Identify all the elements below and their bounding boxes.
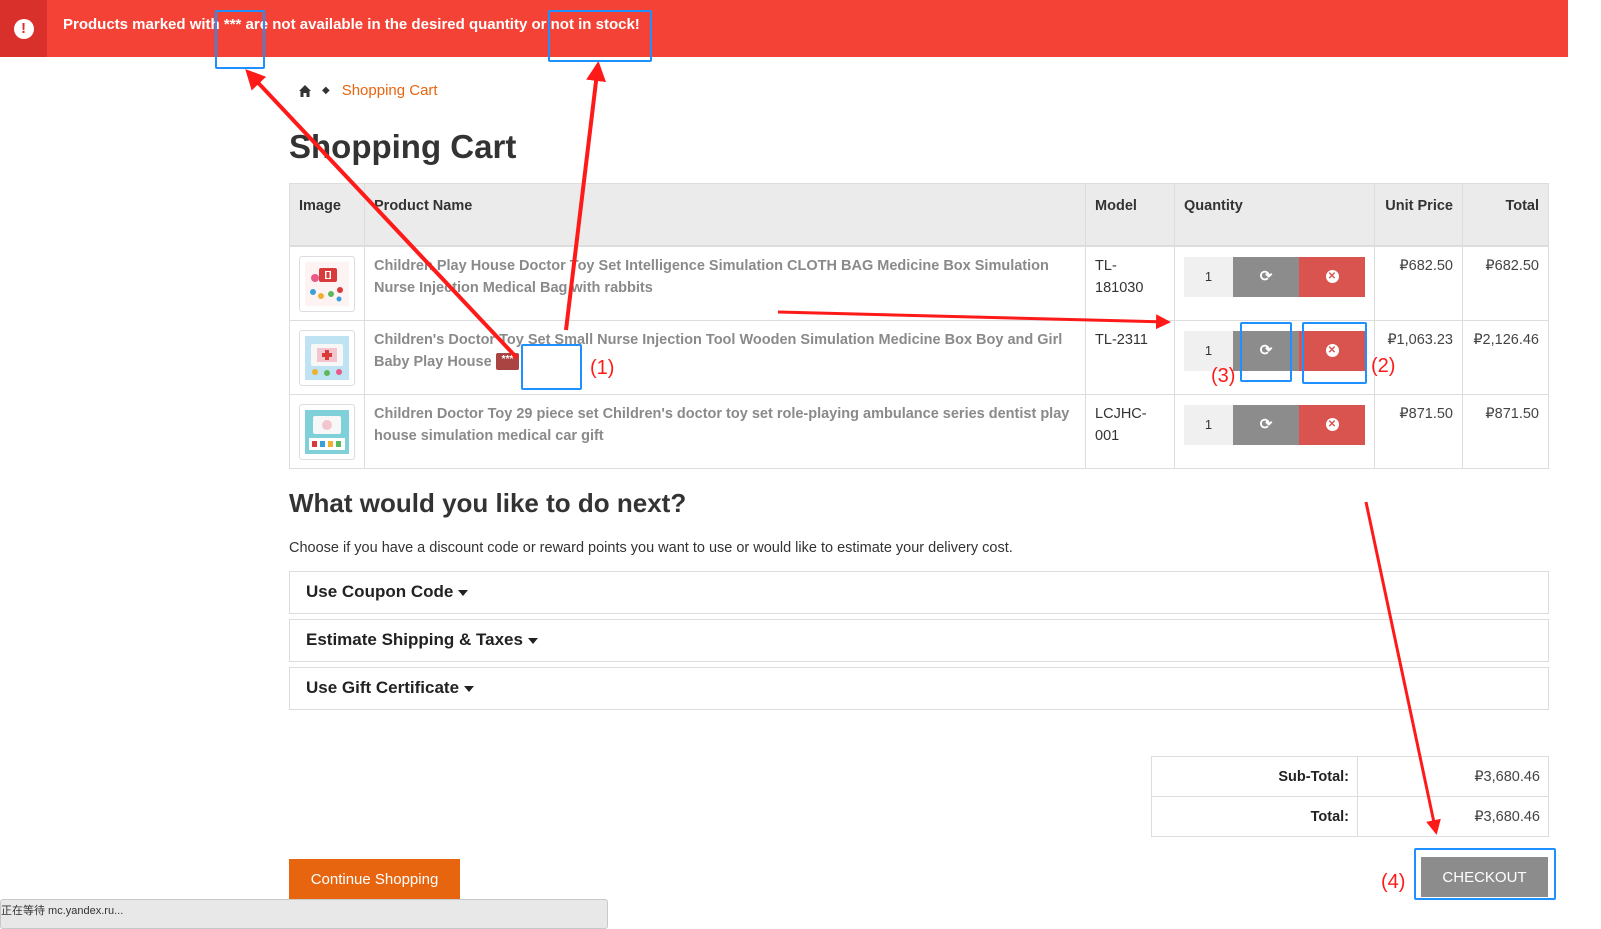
- refresh-icon: ⟳: [1259, 416, 1273, 433]
- times-circle-icon: ✕: [1325, 270, 1339, 283]
- panel-title: Use Coupon Code: [306, 582, 454, 601]
- product-name-link[interactable]: Children Play House Doctor Toy Set Intel…: [374, 258, 1049, 296]
- gift-certificate-panel[interactable]: Use Gift Certificate: [289, 667, 1549, 710]
- product-image: [305, 409, 349, 454]
- remove-item-button[interactable]: ✕: [1299, 404, 1365, 445]
- product-name[interactable]: Children's Doctor Toy Set Small Nurse In…: [363, 319, 1087, 395]
- quantity-controls: ⟳ ✕: [1184, 404, 1365, 445]
- gift-certificate-toggle[interactable]: Use Gift Certificate: [306, 678, 475, 698]
- unit-price: ₽871.50: [1374, 393, 1463, 469]
- panel-title: Use Gift Certificate: [306, 678, 460, 697]
- annotation-box-checkout: [1414, 848, 1556, 900]
- annotation-label-3: (3): [1211, 365, 1236, 387]
- product-image: [305, 335, 349, 380]
- subtotal-label: Sub-Total:: [1151, 756, 1358, 797]
- caret-down-icon: [527, 637, 538, 644]
- col-quantity: Quantity: [1174, 183, 1375, 247]
- breadcrumb-shopping-cart[interactable]: Shopping Cart: [342, 82, 438, 99]
- quantity-cell: ⟳ ✕: [1174, 393, 1375, 469]
- next-steps-heading: What would you like to do next?: [289, 488, 687, 518]
- shipping-taxes-toggle[interactable]: Estimate Shipping & Taxes: [306, 630, 538, 650]
- annotation-box-stock-text: [548, 10, 652, 62]
- order-totals: Sub-Total: ₽3,680.46 Total: ₽3,680.46: [1151, 756, 1549, 837]
- table-row: Children Play House Doctor Toy Set Intel…: [289, 245, 1550, 321]
- col-unit-price: Unit Price: [1374, 183, 1463, 247]
- total-label: Total:: [1151, 796, 1358, 837]
- remove-item-button[interactable]: ✕: [1299, 256, 1365, 297]
- product-image-cell: [289, 319, 365, 395]
- product-image: [305, 261, 349, 306]
- table-row: Children Doctor Toy 29 piece set Childre…: [289, 393, 1550, 469]
- line-total: ₽871.50: [1461, 393, 1550, 469]
- subtotal-row: Sub-Total: ₽3,680.46: [1151, 756, 1549, 797]
- annotation-label-2: (2): [1371, 355, 1396, 377]
- annotation-box-stars: [215, 10, 265, 69]
- subtotal-value: ₽3,680.46: [1357, 756, 1549, 797]
- update-quantity-button[interactable]: ⟳: [1233, 404, 1299, 445]
- home-icon[interactable]: [298, 84, 312, 98]
- cart-header-row: Image Product Name Model Quantity Unit P…: [289, 183, 1550, 247]
- col-image: Image: [289, 183, 365, 247]
- annotation-box-remove: [1302, 322, 1367, 384]
- next-steps-description: Choose if you have a discount code or re…: [289, 540, 1013, 556]
- breadcrumb: ◆ Shopping Cart: [298, 82, 438, 99]
- page-title: Shopping Cart: [289, 128, 517, 165]
- times-circle-icon: ✕: [1325, 418, 1339, 431]
- product-name-link[interactable]: Children's Doctor Toy Set Small Nurse In…: [374, 332, 1062, 370]
- annotation-label-1: (1): [590, 357, 615, 379]
- product-image-cell: [289, 245, 365, 321]
- unit-price: ₽682.50: [1374, 245, 1463, 321]
- continue-shopping-button[interactable]: Continue Shopping: [289, 859, 460, 899]
- product-model: LCJHC-001: [1085, 393, 1175, 469]
- col-model: Model: [1085, 183, 1175, 247]
- exclamation-circle-icon: !: [13, 18, 34, 39]
- caret-down-icon: [458, 589, 469, 596]
- product-image-cell: [289, 393, 365, 469]
- out-of-stock-marker: ***: [495, 353, 520, 371]
- quantity-input[interactable]: [1184, 256, 1233, 297]
- col-product-name: Product Name: [363, 183, 1087, 247]
- caret-down-icon: [464, 685, 475, 692]
- product-thumbnail[interactable]: [299, 403, 355, 460]
- col-total: Total: [1461, 183, 1550, 247]
- product-thumbnail[interactable]: [299, 255, 355, 312]
- shipping-taxes-panel[interactable]: Estimate Shipping & Taxes: [289, 619, 1549, 662]
- product-name[interactable]: Children Play House Doctor Toy Set Intel…: [363, 245, 1087, 321]
- quantity-input[interactable]: [1184, 404, 1233, 445]
- total-value: ₽3,680.46: [1357, 796, 1549, 837]
- update-quantity-button[interactable]: ⟳: [1233, 256, 1299, 297]
- total-row: Total: ₽3,680.46: [1151, 796, 1549, 837]
- quantity-controls: ⟳ ✕: [1184, 256, 1365, 297]
- product-model: TL-181030: [1085, 245, 1175, 321]
- refresh-icon: ⟳: [1259, 268, 1273, 285]
- product-thumbnail[interactable]: [299, 329, 355, 386]
- quantity-cell: ⟳ ✕: [1174, 245, 1375, 321]
- product-name[interactable]: Children Doctor Toy 29 piece set Childre…: [363, 393, 1087, 469]
- line-total: ₽682.50: [1461, 245, 1550, 321]
- product-model: TL-2311: [1085, 319, 1175, 395]
- breadcrumb-separator: ◆: [322, 85, 330, 96]
- annotation-label-4: (4): [1381, 871, 1406, 893]
- panel-title: Estimate Shipping & Taxes: [306, 630, 523, 649]
- alert-icon-container: !: [0, 0, 47, 57]
- annotation-box-update: [1240, 322, 1292, 382]
- coupon-code-toggle[interactable]: Use Coupon Code: [306, 582, 469, 602]
- line-total: ₽2,126.46: [1461, 319, 1550, 395]
- annotation-box-marker: [521, 344, 582, 390]
- coupon-code-panel[interactable]: Use Coupon Code: [289, 571, 1549, 614]
- browser-status-bar: 正在等待 mc.yandex.ru...: [0, 899, 608, 929]
- product-name-link[interactable]: Children Doctor Toy 29 piece set Childre…: [374, 406, 1069, 444]
